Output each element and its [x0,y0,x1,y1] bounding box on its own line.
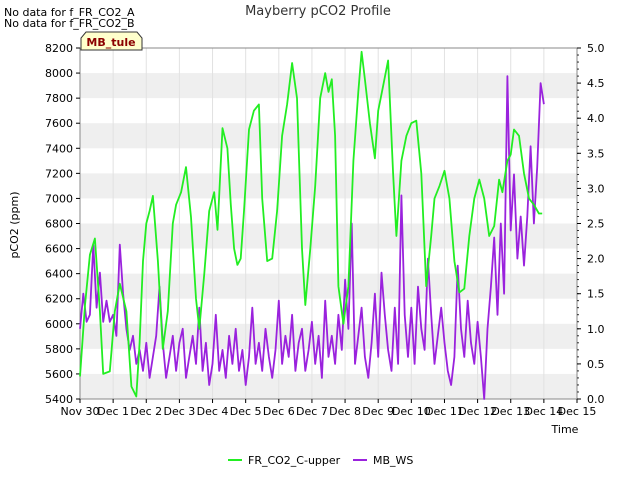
station-badge: MB_tule [80,31,143,51]
y2-tick-label: 1.5 [587,288,605,301]
x-tick-label: Dec 1 [97,405,129,418]
x-tick-label: Dec 8 [329,405,361,418]
y-axis-label: pCO2 (ppm) [8,191,21,258]
y-tick-label: 7800 [45,92,73,105]
x-axis-ticks: Nov 30Dec 1 Dec 2 Dec 3 Dec 4 Dec 5 Dec 6 Dec … [61,399,597,418]
background-band [80,173,577,199]
x-tick-label: Dec 7 [296,405,328,418]
legend: FR_CO2_C-upper MB_WS [228,454,413,467]
y-tick-label: 7400 [45,142,73,155]
background-band [80,373,577,399]
background-band [80,73,577,99]
y-tick-label: 6200 [45,293,73,306]
y2-tick-label: 3.0 [587,182,605,195]
legend-label: FR_CO2_C-upper [248,454,341,467]
x-tick-label: Dec 5 [230,405,262,418]
x-axis-label: Time [551,423,579,436]
y-tick-label: 5600 [45,368,73,381]
y2-tick-label: 3.5 [587,147,605,160]
y2-tick-label: 4.5 [587,77,605,90]
x-tick-label: Dec 15 [558,405,597,418]
y2-tick-label: 1.0 [587,323,605,336]
y-tick-label: 6600 [45,243,73,256]
left-axis-ticks: 5400560058006000620064006600680070007200… [45,42,80,406]
y2-tick-label: 2.5 [587,218,605,231]
x-tick-label: Dec 3 [164,405,196,418]
y2-tick-label: 5.0 [587,42,605,55]
x-tick-label: Dec 9 [362,405,394,418]
y-tick-label: 7000 [45,192,73,205]
x-tick-label: Dec 4 [197,405,229,418]
x-tick-label: Nov 30 [61,405,100,418]
y-tick-label: 6000 [45,318,73,331]
badge-label: MB_tule [86,36,135,49]
y-tick-label: 8200 [45,42,73,55]
pco2-chart: 5400560058006000620064006600680070007200… [8,4,605,467]
y2-tick-label: 2.0 [587,253,605,266]
x-tick-label: Dec 2 [130,405,162,418]
y-tick-label: 7600 [45,117,73,130]
y-tick-label: 5800 [45,343,73,356]
y2-tick-label: 4.0 [587,112,605,125]
chart-title: Mayberry pCO2 Profile [245,4,391,19]
legend-label: MB_WS [373,454,413,467]
y2-tick-label: 0.5 [587,358,605,371]
y-tick-label: 7200 [45,167,73,180]
y-tick-label: 6800 [45,218,73,231]
right-axis-ticks: 0.00.51.01.52.02.53.03.54.04.55.0 [577,42,605,406]
background-band [80,123,577,149]
y-tick-label: 8000 [45,67,73,80]
y-tick-label: 6400 [45,268,73,281]
x-tick-label: Dec 6 [263,405,295,418]
